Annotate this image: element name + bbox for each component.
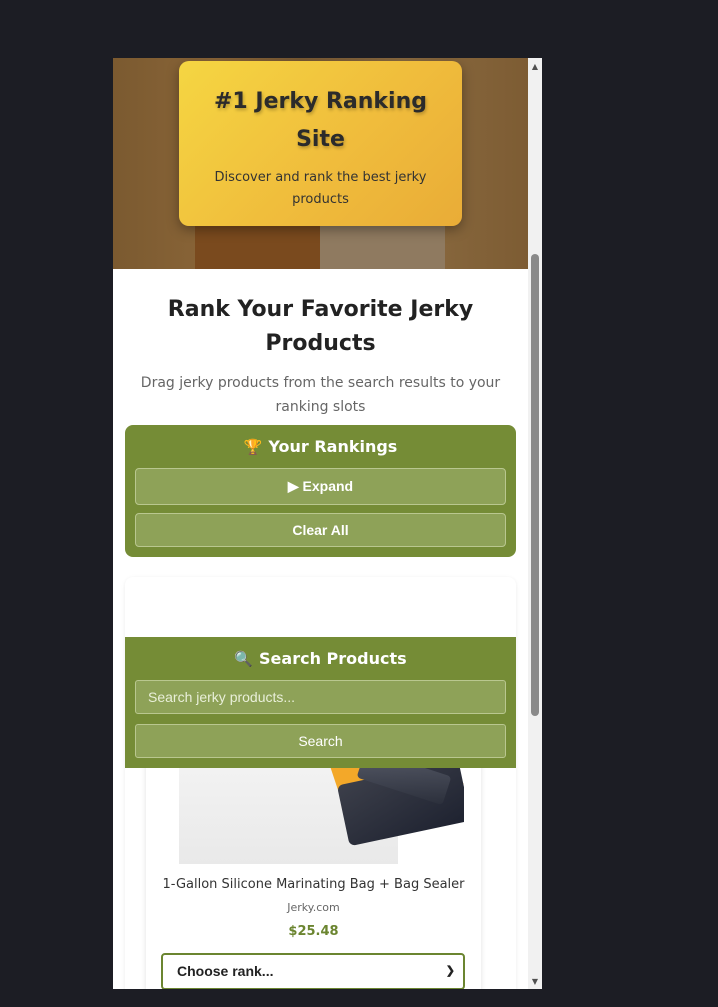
scrollbar-thumb[interactable] <box>531 254 539 716</box>
product-vendor: Jerky.com <box>287 901 340 914</box>
rank-select[interactable]: Choose rank... ❯ <box>161 953 465 989</box>
search-panel: 🔍 Search Products Search jerky products..… <box>125 637 516 768</box>
rankings-title-text: Your Rankings <box>268 437 398 456</box>
page-title: Rank Your Favorite Jerky Products <box>167 297 474 356</box>
rank-select-value: Choose rank... <box>177 963 274 979</box>
product-image <box>179 758 464 864</box>
product-card[interactable]: 1-Gallon Silicone Marinating Bag + Bag S… <box>146 758 481 989</box>
hero-title: #1 Jerky Ranking Site <box>213 89 428 152</box>
product-price: $25.48 <box>288 924 339 939</box>
intro-section: Rank Your Favorite Jerky Products Drag j… <box>113 269 528 419</box>
magnifier-icon: 🔍 <box>234 650 254 668</box>
scroll-up-icon[interactable]: ▲ <box>528 59 542 73</box>
expand-button[interactable]: ▶ Expand <box>135 468 506 505</box>
search-input[interactable]: Search jerky products... <box>135 680 506 714</box>
search-title: 🔍 Search Products <box>135 647 506 671</box>
browser-frame: #1 Jerky Ranking Site Discover and rank … <box>113 58 542 989</box>
vertical-scrollbar[interactable]: ▲ ▼ <box>528 58 542 989</box>
trophy-icon: 🏆 <box>243 438 263 456</box>
product-name: 1-Gallon Silicone Marinating Bag + Bag S… <box>162 877 465 892</box>
scroll-down-icon[interactable]: ▼ <box>528 974 542 988</box>
rankings-panel: 🏆 Your Rankings ▶ Expand Clear All <box>125 425 516 557</box>
chevron-down-icon: ❯ <box>445 965 455 977</box>
clear-all-button[interactable]: Clear All <box>135 513 506 547</box>
search-title-text: Search Products <box>259 649 407 668</box>
rankings-title: 🏆 Your Rankings <box>135 435 506 459</box>
hero-banner: #1 Jerky Ranking Site Discover and rank … <box>113 58 528 269</box>
hero-subtitle: Discover and rank the best jerky product… <box>214 170 427 207</box>
hero-card: #1 Jerky Ranking Site Discover and rank … <box>179 61 462 226</box>
search-button[interactable]: Search <box>135 724 506 758</box>
page-viewport: #1 Jerky Ranking Site Discover and rank … <box>113 58 528 989</box>
page-description: Drag jerky products from the search resu… <box>140 375 501 415</box>
